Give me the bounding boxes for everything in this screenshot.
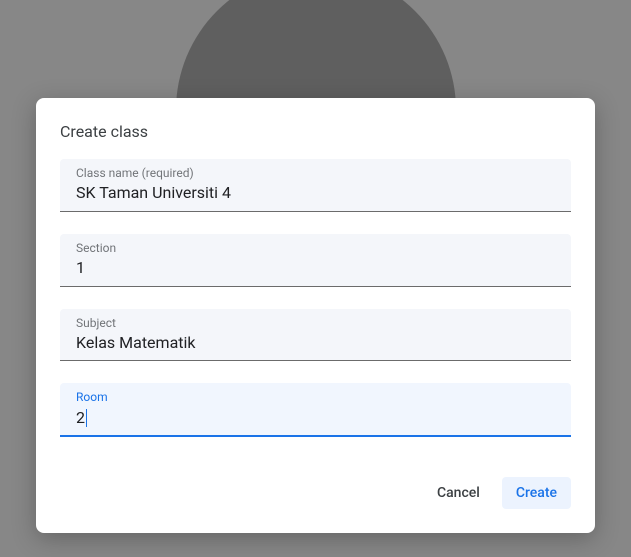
room-input[interactable]: 2 <box>76 407 555 429</box>
section-input[interactable]: 1 <box>76 257 555 279</box>
subject-input[interactable]: Kelas Matematik <box>76 332 555 354</box>
cancel-button[interactable]: Cancel <box>423 477 494 509</box>
class-name-field[interactable]: Class name (required) SK Taman Universit… <box>60 159 571 212</box>
section-label: Section <box>76 241 555 255</box>
create-class-dialog: Create class Class name (required) SK Ta… <box>36 98 595 533</box>
class-name-input[interactable]: SK Taman Universiti 4 <box>76 182 555 204</box>
dialog-actions: Cancel Create <box>36 459 595 533</box>
subject-label: Subject <box>76 316 555 330</box>
create-button[interactable]: Create <box>502 477 571 509</box>
dialog-title: Create class <box>36 122 595 159</box>
class-name-label: Class name (required) <box>76 166 555 180</box>
section-field[interactable]: Section 1 <box>60 234 571 287</box>
form-fields: Class name (required) SK Taman Universit… <box>36 159 595 437</box>
subject-field[interactable]: Subject Kelas Matematik <box>60 309 571 362</box>
room-field[interactable]: Room 2 <box>60 383 571 437</box>
room-label: Room <box>76 390 555 404</box>
text-cursor <box>86 409 87 427</box>
room-value: 2 <box>76 408 85 427</box>
